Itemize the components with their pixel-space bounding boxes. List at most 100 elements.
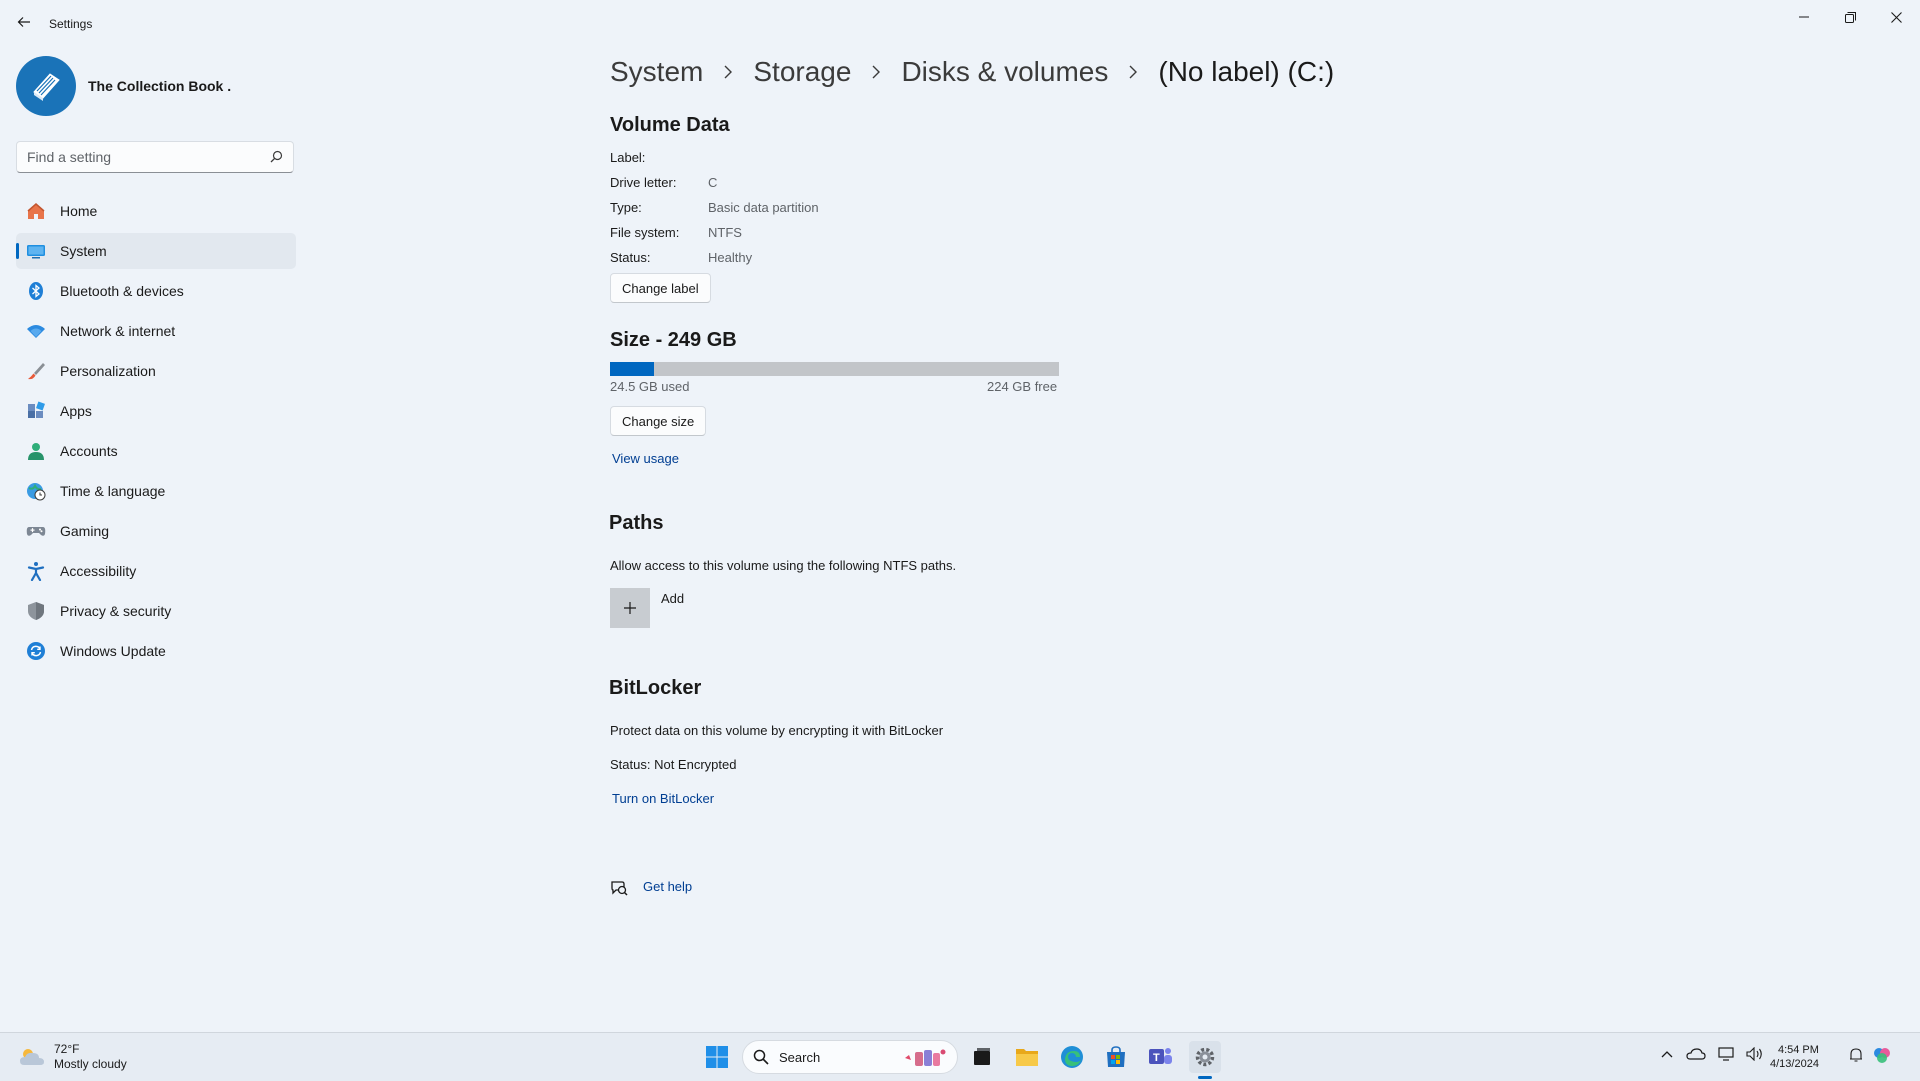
search-highlight-icon bbox=[905, 1049, 946, 1066]
breadcrumb-disks-volumes[interactable]: Disks & volumes bbox=[901, 56, 1108, 88]
volume-data-title: Volume Data bbox=[610, 114, 730, 136]
minimize-button[interactable] bbox=[1782, 6, 1826, 28]
file-explorer-button[interactable] bbox=[1011, 1041, 1043, 1073]
breadcrumb: System Storage Disks & volumes (No label… bbox=[610, 56, 1334, 88]
file-system-value: NTFS bbox=[708, 225, 742, 240]
status-key: Status: bbox=[610, 250, 651, 265]
sidebar-item-label: Accounts bbox=[60, 443, 118, 459]
settings-taskbar-button[interactable] bbox=[1189, 1041, 1221, 1073]
title-bar: Settings bbox=[0, 0, 1920, 48]
apps-icon bbox=[26, 401, 46, 421]
sidebar-item-personalization[interactable]: Personalization bbox=[16, 353, 296, 389]
chevron-right-icon bbox=[723, 65, 733, 79]
network-icon[interactable] bbox=[1718, 1047, 1736, 1061]
chevron-up-icon[interactable] bbox=[1660, 1049, 1674, 1059]
change-label-button[interactable]: Change label bbox=[610, 273, 711, 303]
edge-browser-icon bbox=[1061, 1046, 1083, 1068]
sidebar-item-label: Home bbox=[60, 203, 98, 219]
drive-letter-key: Drive letter: bbox=[610, 175, 677, 190]
get-help-link[interactable]: Get help bbox=[643, 879, 692, 894]
edge-button[interactable] bbox=[1056, 1041, 1088, 1073]
user-profile[interactable]: The Collection Book . bbox=[16, 56, 231, 116]
label-key: Label: bbox=[610, 150, 646, 165]
sidebar-item-accounts[interactable]: Accounts bbox=[16, 433, 296, 469]
restore-icon bbox=[1844, 11, 1856, 23]
free-space-text: 224 GB free bbox=[987, 379, 1058, 394]
system-tray bbox=[1660, 1047, 1764, 1061]
sidebar-item-label: System bbox=[60, 243, 107, 259]
sidebar-item-label: Gaming bbox=[60, 523, 110, 539]
get-help-icon bbox=[611, 881, 628, 896]
svg-text:T: T bbox=[1153, 1052, 1160, 1064]
sidebar-item-privacy-security[interactable]: Privacy & security bbox=[16, 593, 296, 629]
app-title: Settings bbox=[49, 17, 93, 31]
notification-area bbox=[1848, 1045, 1892, 1065]
sidebar-item-label: Time & language bbox=[60, 483, 166, 499]
status-value: Healthy bbox=[708, 250, 753, 265]
sidebar-item-gaming[interactable]: Gaming bbox=[16, 513, 296, 549]
teams-button[interactable]: T bbox=[1144, 1041, 1176, 1073]
globe-clock-icon bbox=[26, 481, 46, 501]
sidebar-item-network[interactable]: Network & internet bbox=[16, 313, 296, 349]
start-button[interactable] bbox=[701, 1041, 733, 1073]
accounts-icon bbox=[26, 441, 46, 461]
size-title: Size - 249 GB bbox=[610, 329, 737, 351]
close-button[interactable] bbox=[1874, 6, 1918, 28]
change-size-button[interactable]: Change size bbox=[610, 406, 707, 436]
microsoft-store-button[interactable] bbox=[1100, 1041, 1132, 1073]
windows-logo-icon bbox=[706, 1046, 728, 1068]
breadcrumb-system[interactable]: System bbox=[610, 56, 703, 88]
storage-usage-bar bbox=[610, 362, 1059, 376]
taskbar-search[interactable]: Search bbox=[742, 1040, 958, 1074]
settings-search[interactable] bbox=[16, 141, 294, 173]
breadcrumb-current-volume: (No label) (C:) bbox=[1158, 56, 1335, 87]
avatar bbox=[16, 56, 76, 116]
bitlocker-status: Status: Not Encrypted bbox=[610, 757, 737, 772]
onedrive-icon[interactable] bbox=[1686, 1047, 1706, 1061]
taskbar: 72°F Mostly cloudy Search T 4:54 PM 4/13… bbox=[0, 1032, 1920, 1081]
folder-icon bbox=[1016, 1049, 1038, 1066]
turn-on-bitlocker-link[interactable]: Turn on BitLocker bbox=[612, 791, 714, 806]
sidebar-item-apps[interactable]: Apps bbox=[16, 393, 296, 429]
volume-icon[interactable] bbox=[1746, 1047, 1764, 1061]
back-arrow-icon bbox=[17, 17, 30, 27]
sidebar-item-time-language[interactable]: Time & language bbox=[16, 473, 296, 509]
weather-description: Mostly cloudy bbox=[54, 1057, 127, 1071]
system-icon bbox=[26, 241, 46, 261]
search-input[interactable] bbox=[17, 142, 257, 172]
gamepad-icon bbox=[26, 521, 46, 541]
notification-bell-icon[interactable] bbox=[1848, 1047, 1864, 1063]
add-path-button[interactable] bbox=[610, 588, 650, 628]
sidebar-item-accessibility[interactable]: Accessibility bbox=[16, 553, 296, 589]
sidebar-item-home[interactable]: Home bbox=[16, 193, 296, 229]
type-key: Type: bbox=[610, 200, 642, 215]
sidebar-item-bluetooth[interactable]: Bluetooth & devices bbox=[16, 273, 296, 309]
sidebar-item-system[interactable]: System bbox=[16, 233, 296, 269]
weather-widget[interactable]: 72°F Mostly cloudy bbox=[18, 1042, 127, 1072]
bitlocker-title: BitLocker bbox=[609, 677, 702, 699]
back-button[interactable] bbox=[12, 10, 36, 34]
task-view-button[interactable] bbox=[966, 1041, 998, 1073]
active-app-indicator bbox=[1198, 1076, 1212, 1079]
breadcrumb-storage[interactable]: Storage bbox=[753, 56, 851, 88]
profile-name: The Collection Book . bbox=[88, 78, 232, 94]
minimize-icon bbox=[1799, 16, 1809, 18]
clock-date: 4/13/2024 bbox=[1770, 1058, 1819, 1070]
view-usage-link[interactable]: View usage bbox=[612, 451, 679, 466]
paths-title: Paths bbox=[609, 512, 664, 534]
wifi-icon bbox=[26, 321, 46, 341]
drive-letter-value: C bbox=[708, 175, 718, 190]
taskbar-clock[interactable]: 4:54 PM 4/13/2024 bbox=[1770, 1043, 1819, 1071]
copilot-icon[interactable] bbox=[1872, 1045, 1892, 1065]
taskbar-search-label: Search bbox=[779, 1049, 821, 1065]
sidebar-item-label: Personalization bbox=[60, 363, 156, 379]
store-icon bbox=[1107, 1046, 1125, 1067]
sidebar-item-label: Bluetooth & devices bbox=[60, 283, 184, 299]
add-path-label[interactable]: Add bbox=[661, 591, 684, 606]
teams-icon: T bbox=[1149, 1048, 1172, 1064]
restore-button[interactable] bbox=[1828, 6, 1872, 28]
sidebar-item-label: Accessibility bbox=[60, 563, 137, 579]
book-icon bbox=[33, 73, 60, 101]
sidebar-item-windows-update[interactable]: Windows Update bbox=[16, 633, 296, 669]
accessibility-icon bbox=[26, 561, 46, 581]
